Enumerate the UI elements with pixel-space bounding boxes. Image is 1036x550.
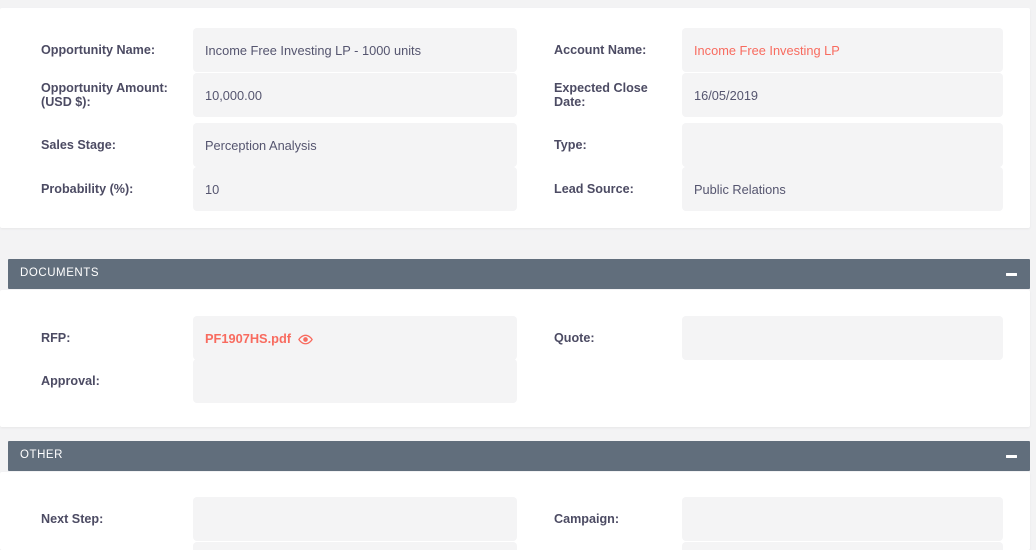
field-value-quote[interactable] bbox=[682, 316, 1003, 360]
section-header-documents[interactable]: DOCUMENTS bbox=[8, 259, 1030, 289]
field-label: Approval: bbox=[41, 373, 100, 388]
field-next-step: Next Step: bbox=[0, 497, 517, 541]
field-value-partial-right[interactable] bbox=[682, 542, 1003, 550]
field-approval: Approval: bbox=[0, 359, 517, 403]
field-label-line-1: Opportunity Amount: bbox=[41, 80, 168, 95]
field-label-line-1: Expected Close bbox=[554, 80, 648, 95]
field-probability: Probability (%): 10 bbox=[0, 167, 517, 211]
field-account-name: Account Name: Income Free Investing LP bbox=[537, 28, 1003, 72]
field-label: Account Name: bbox=[554, 42, 647, 57]
field-row: Probability (%): 10 Lead Source: Public … bbox=[0, 167, 1030, 211]
field-label: Quote: bbox=[554, 330, 595, 345]
field-label: Sales Stage: bbox=[41, 137, 116, 152]
field-value-probability[interactable]: 10 bbox=[193, 167, 517, 211]
field-lead-source: Lead Source: Public Relations bbox=[537, 167, 1003, 211]
field-label: Opportunity Name: bbox=[41, 42, 156, 57]
field-label: Campaign: bbox=[554, 511, 620, 526]
minus-icon[interactable] bbox=[1004, 267, 1018, 281]
field-opportunity-amount: Opportunity Amount: (USD $): 10,000.00 bbox=[0, 73, 517, 117]
field-value-partial-left[interactable] bbox=[193, 542, 517, 550]
field-label-line-2: Date: bbox=[554, 95, 586, 109]
field-type: Type: bbox=[537, 123, 1003, 167]
field-value-approval[interactable] bbox=[193, 359, 517, 403]
field-campaign: Campaign: bbox=[537, 497, 1003, 541]
field-label: Lead Source: bbox=[554, 181, 634, 196]
field-sales-stage: Sales Stage: Perception Analysis bbox=[0, 123, 517, 167]
section-title: DOCUMENTS bbox=[20, 267, 100, 280]
field-label: RFP: bbox=[41, 330, 71, 345]
field-label: Type: bbox=[554, 137, 587, 152]
field-row: Approval: bbox=[0, 359, 1030, 403]
field-value-next-step[interactable] bbox=[193, 497, 517, 541]
field-value-expected-close-date[interactable]: 16/05/2019 bbox=[682, 73, 1003, 117]
rfp-document-link[interactable]: PF1907HS.pdf bbox=[205, 331, 291, 346]
field-partial-left bbox=[0, 542, 517, 550]
opportunity-detail-page: Opportunity Name: Income Free Investing … bbox=[0, 0, 1036, 550]
field-value-opportunity-amount[interactable]: 10,000.00 bbox=[193, 73, 517, 117]
field-value-sales-stage[interactable]: Perception Analysis bbox=[193, 123, 517, 167]
eye-icon[interactable] bbox=[298, 334, 313, 345]
field-quote: Quote: bbox=[537, 316, 1003, 360]
minus-bar bbox=[1005, 454, 1017, 458]
field-value-rfp[interactable]: PF1907HS.pdf bbox=[193, 316, 517, 360]
minus-icon[interactable] bbox=[1004, 449, 1018, 463]
field-row: RFP: PF1907HS.pdf Quote: bbox=[0, 316, 1030, 360]
field-label: Probability (%): bbox=[41, 181, 134, 196]
section-header-other[interactable]: OTHER bbox=[8, 441, 1030, 471]
field-partial-right bbox=[537, 542, 1003, 550]
field-value-account-name[interactable]: Income Free Investing LP bbox=[682, 28, 1003, 72]
field-label-line-2: (USD $): bbox=[41, 95, 91, 109]
field-opportunity-name: Opportunity Name: Income Free Investing … bbox=[0, 28, 517, 72]
section-title: OTHER bbox=[20, 449, 63, 462]
other-card: Next Step: Campaign: bbox=[0, 472, 1030, 550]
field-value-opportunity-name[interactable]: Income Free Investing LP - 1000 units bbox=[193, 28, 517, 72]
field-value-lead-source[interactable]: Public Relations bbox=[682, 167, 1003, 211]
field-expected-close-date: Expected Close Date: 16/05/2019 bbox=[537, 73, 1003, 117]
field-row: Opportunity Name: Income Free Investing … bbox=[0, 28, 1030, 72]
overview-card: Opportunity Name: Income Free Investing … bbox=[0, 8, 1030, 228]
minus-bar bbox=[1005, 272, 1017, 276]
account-name-link[interactable]: Income Free Investing LP bbox=[694, 43, 840, 58]
field-rfp: RFP: PF1907HS.pdf bbox=[0, 316, 517, 360]
field-label: Expected Close Date: bbox=[554, 73, 682, 117]
field-label: Next Step: bbox=[41, 511, 104, 526]
field-row: Next Step: Campaign: bbox=[0, 497, 1030, 541]
field-row: Opportunity Amount: (USD $): 10,000.00 E… bbox=[0, 73, 1030, 117]
field-value-type[interactable] bbox=[682, 123, 1003, 167]
field-row: Sales Stage: Perception Analysis Type: bbox=[0, 123, 1030, 167]
field-row-partial bbox=[0, 542, 1030, 550]
documents-card: RFP: PF1907HS.pdf Quote: Approval: bbox=[0, 290, 1030, 427]
field-value-campaign[interactable] bbox=[682, 497, 1003, 541]
field-label: Opportunity Amount: (USD $): bbox=[41, 73, 186, 117]
